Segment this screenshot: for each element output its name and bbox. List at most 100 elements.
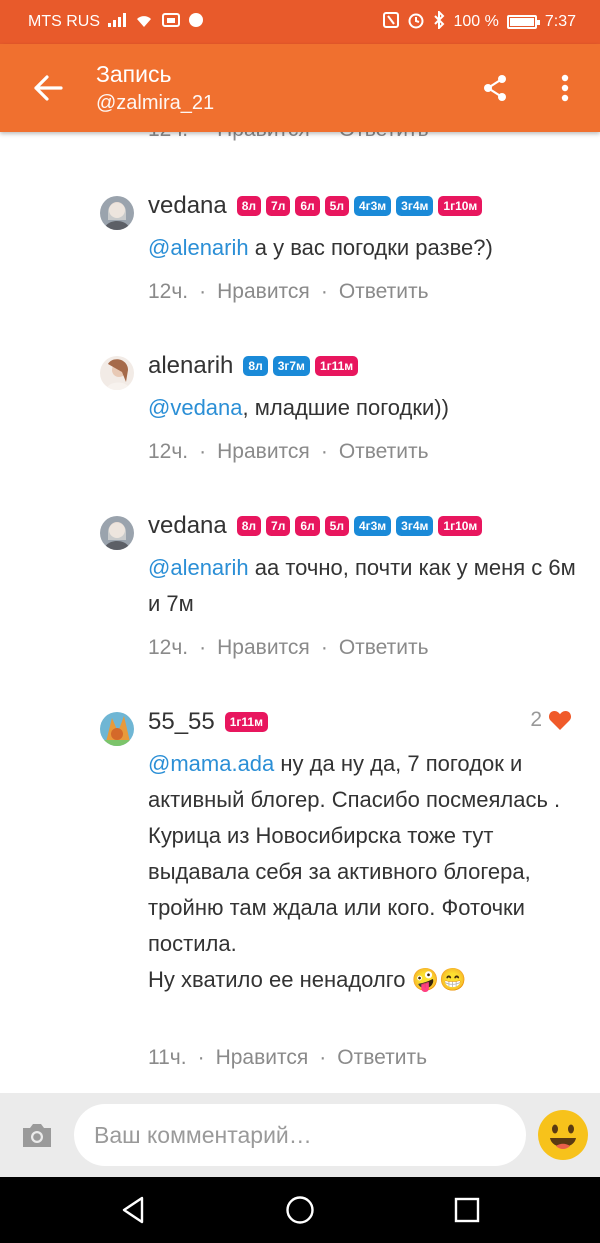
back-button[interactable] xyxy=(0,44,96,132)
reply-link[interactable]: Ответить xyxy=(339,636,429,660)
child-age-badge: 1г10м xyxy=(438,516,483,536)
reply-link[interactable]: Ответить xyxy=(339,280,429,304)
separator: · xyxy=(319,1046,327,1069)
nfc-icon xyxy=(383,12,400,32)
username[interactable]: 55_55 xyxy=(148,708,215,736)
comment-meta: 12ч. · Нравится · Ответить xyxy=(148,636,429,660)
comment-time: 12ч. xyxy=(148,636,189,659)
comment-input[interactable] xyxy=(74,1104,526,1166)
circle-home-icon xyxy=(286,1196,314,1224)
comment-text: @alenarih аа точно, почти как у меня с 6… xyxy=(148,550,588,622)
page-subtitle[interactable]: @zalmira_21 xyxy=(96,89,460,117)
battery-label: 100 % xyxy=(453,13,499,30)
comment-meta: 12ч. · Нравится · Ответить xyxy=(148,280,429,304)
system-nav-bar xyxy=(0,1177,600,1243)
child-age-badge: 6л xyxy=(295,196,320,216)
attach-photo-button[interactable] xyxy=(0,1093,74,1177)
child-age-badge: 7л xyxy=(266,196,291,216)
camera-icon xyxy=(23,1124,51,1147)
carrier-label: MTS RUS xyxy=(28,13,100,30)
comment-meta: 11ч. · Нравится · Ответить xyxy=(148,1046,427,1070)
separator: · xyxy=(197,1046,205,1069)
child-age-badge: 7л xyxy=(266,516,291,536)
child-age-badge: 8л xyxy=(236,516,262,536)
comment-composer xyxy=(0,1093,600,1177)
child-age-badge: 8л xyxy=(236,196,262,216)
nav-home-button[interactable] xyxy=(270,1180,330,1240)
separator: · xyxy=(320,440,328,463)
separator: · xyxy=(320,280,328,303)
avatar[interactable] xyxy=(100,356,134,390)
battery-fill xyxy=(509,18,534,26)
child-age-badge: 5л xyxy=(324,196,349,216)
app-notification-icon xyxy=(188,12,204,32)
child-age-badge: 6л xyxy=(295,516,320,536)
more-options-button[interactable] xyxy=(530,44,600,132)
username[interactable]: alenarih xyxy=(148,352,233,380)
bluetooth-icon xyxy=(433,9,445,33)
mention-link[interactable]: @alenarih xyxy=(148,555,249,580)
comment-header: vedana 8л 7л 6л 5л 4г3м 3г4м 1г10м xyxy=(148,192,483,220)
signal-icon xyxy=(108,13,126,31)
mention-link[interactable]: @vedana xyxy=(148,395,243,420)
like-link[interactable]: Нравится xyxy=(217,636,310,660)
comment-body: , младшие погодки)) xyxy=(242,395,449,420)
comment-meta: 12ч. · Нравится · Ответить xyxy=(148,440,429,464)
heart-icon xyxy=(548,711,572,730)
separator: · xyxy=(199,440,207,463)
square-recents-icon xyxy=(454,1197,479,1223)
comment-feed[interactable]: 12ч. · Нравится · Ответить vedana 8л 7л … xyxy=(0,100,600,1093)
separator: · xyxy=(320,636,328,659)
child-age-badge: 4г3м xyxy=(353,516,392,536)
like-link[interactable]: Нравится xyxy=(216,1046,309,1070)
child-age-badge: 8л xyxy=(243,356,268,376)
avatar[interactable] xyxy=(100,712,134,746)
comment-time: 12ч. xyxy=(148,440,189,463)
comment-header: 55_55 1г11м xyxy=(148,708,268,736)
avatar[interactable] xyxy=(100,196,134,230)
wifi-icon xyxy=(134,12,154,32)
arrow-left-icon xyxy=(34,75,63,101)
username[interactable]: vedana xyxy=(148,192,227,220)
comment-header: vedana 8л 7л 6л 5л 4г3м 3г4м 1г10м xyxy=(148,512,483,540)
separator: · xyxy=(199,636,207,659)
child-age-badge: 5л xyxy=(324,516,349,536)
like-count: 2 xyxy=(530,708,542,731)
child-age-badge: 4г3м xyxy=(353,196,392,216)
mention-link[interactable]: @alenarih xyxy=(148,235,249,260)
share-icon xyxy=(484,75,506,101)
comment-header: alenarih 8л 3г7м 1г11м xyxy=(148,352,359,380)
clock: 7:37 xyxy=(544,13,576,30)
nav-recents-button[interactable] xyxy=(437,1180,497,1240)
child-age-badge: 1г10м xyxy=(438,196,483,216)
status-bar-left: MTS RUS xyxy=(28,12,204,32)
status-bar: MTS RUS 100 % 7:37 xyxy=(0,0,600,44)
reply-link[interactable]: Ответить xyxy=(337,1046,427,1070)
app-bar: Запись @zalmira_21 xyxy=(0,44,600,132)
nav-back-button[interactable] xyxy=(103,1180,163,1240)
triangle-back-icon xyxy=(123,1196,144,1224)
battery-icon xyxy=(506,15,540,29)
status-bar-right: 100 % 7:37 xyxy=(383,9,576,33)
share-button[interactable] xyxy=(460,44,530,132)
comment-time: 11ч. xyxy=(148,1046,187,1069)
like-counter[interactable]: 2 xyxy=(530,708,572,732)
app-bar-titles: Запись @zalmira_21 xyxy=(96,59,460,117)
page-title: Запись xyxy=(96,61,172,87)
child-age-badge: 3г4м xyxy=(396,516,434,536)
comment-time: 12ч. xyxy=(148,280,189,303)
separator: · xyxy=(199,280,207,303)
comment-body: ну да ну да, 7 погодок и активный блогер… xyxy=(148,751,561,992)
avatar[interactable] xyxy=(100,516,134,550)
comment-text: @mama.ada ну да ну да, 7 погодок и актив… xyxy=(148,746,588,998)
mention-link[interactable]: @mama.ada xyxy=(148,751,274,776)
alarm-icon xyxy=(407,11,425,33)
like-link[interactable]: Нравится xyxy=(217,440,310,464)
comment-text: @vedana, младшие погодки)) xyxy=(148,390,588,426)
like-link[interactable]: Нравится xyxy=(217,280,310,304)
comment-text: @alenarih а у вас погодки разве?) xyxy=(148,230,588,266)
username[interactable]: vedana xyxy=(148,512,227,540)
reply-link[interactable]: Ответить xyxy=(339,440,429,464)
child-age-badge: 1г11м xyxy=(224,712,268,732)
emoji-button[interactable] xyxy=(526,1093,600,1177)
